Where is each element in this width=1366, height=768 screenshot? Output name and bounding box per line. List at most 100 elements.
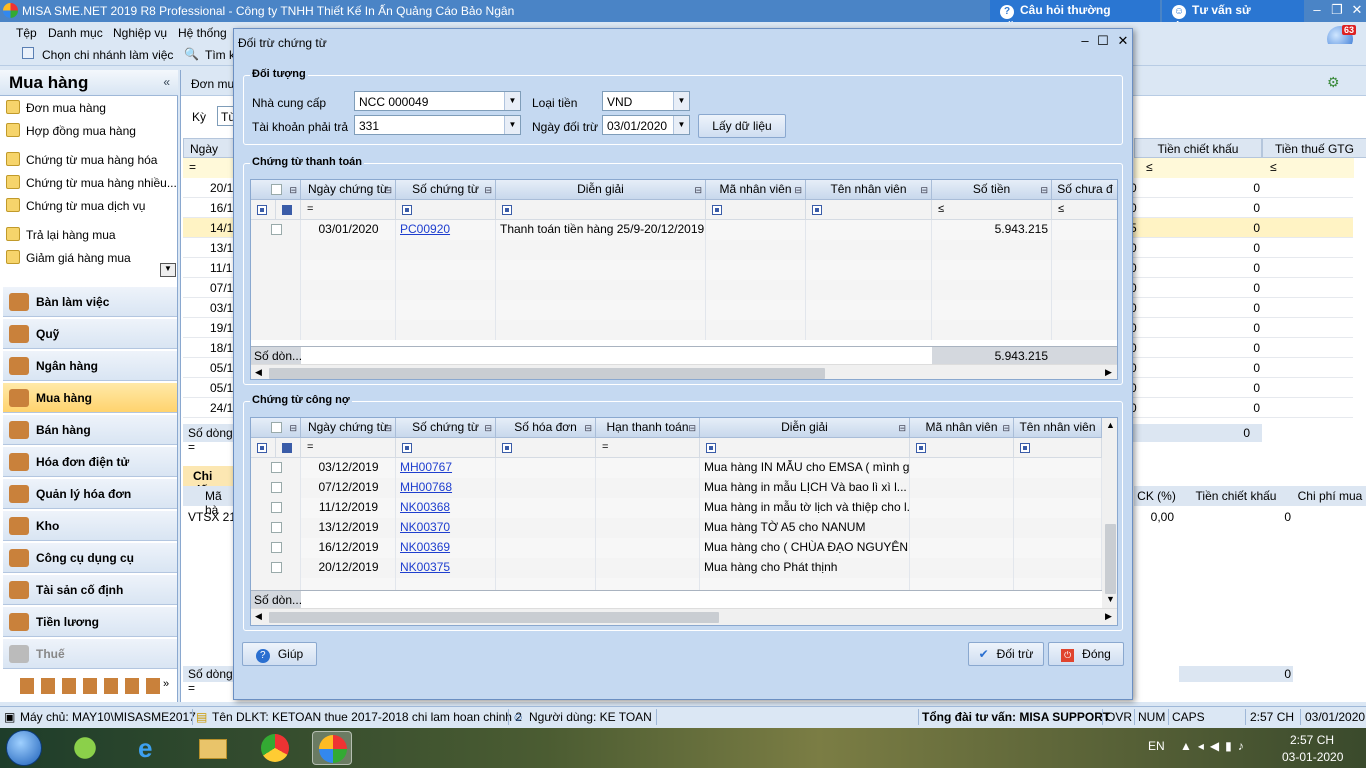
select-all-checkbox[interactable] <box>271 422 282 433</box>
table-row[interactable]: 13/12/2019 NK00370 Mua hàng TỜ A5 cho NANU… <box>251 518 1102 538</box>
more-icon[interactable]: » <box>163 678 169 690</box>
detail-col-discount[interactable]: Tiền chiết khấu <box>1179 486 1293 506</box>
cell-voucher-link[interactable]: MH00768 <box>400 478 496 498</box>
scroll-down-icon[interactable]: ▼ <box>160 263 176 277</box>
dropdown-arrow-icon[interactable]: ▼ <box>504 116 520 134</box>
payment-col-unpaid[interactable]: Số chưa đ <box>1052 180 1117 200</box>
close-button[interactable]: ✕ <box>1346 2 1366 20</box>
filter-cell[interactable] <box>251 200 276 220</box>
debt-col-desc[interactable]: Diễn giải ⊟ <box>700 418 910 438</box>
sidebar-item-service-voucher[interactable]: Chứng từ mua dịch vụ <box>6 198 145 218</box>
scroll-thumb[interactable] <box>269 612 719 623</box>
fetch-data-button[interactable]: Lấy dữ liệu <box>698 114 786 138</box>
nav-desk[interactable]: Bàn làm việc <box>3 287 177 317</box>
debt-col-number[interactable]: Số chứng từ ⊟ <box>396 418 496 438</box>
restore-button[interactable]: ❐ <box>1326 2 1348 20</box>
row-checkbox[interactable] <box>271 482 282 493</box>
menu-system[interactable]: Hệ thống <box>178 26 227 40</box>
nav-sales[interactable]: Bán hàng <box>3 415 177 445</box>
table-row[interactable] <box>251 320 1117 340</box>
filter-emp-code[interactable] <box>706 200 806 220</box>
dialog-minimize-button[interactable]: – <box>1076 33 1094 51</box>
dialog-maximize-button[interactable]: ☐ <box>1094 33 1112 51</box>
table-row[interactable]: 07/12/2019 MH00768 Mua hàng in mẫu LỊCH Và… <box>251 478 1102 498</box>
faq-button[interactable]: ?Câu hỏi thường gặp⌄ <box>990 0 1160 33</box>
close-dialog-button[interactable]: ⏻ Đóng <box>1048 642 1124 666</box>
offset-date-picker[interactable]: 03/01/2020 ▼ <box>602 115 690 135</box>
payment-select-all-header[interactable]: ⊟ <box>251 180 301 200</box>
sidebar-item-discount[interactable]: Giảm giá hàng mua <box>6 250 131 270</box>
select-all-checkbox[interactable] <box>271 184 282 195</box>
table-row[interactable] <box>251 240 1117 260</box>
scroll-left-icon[interactable]: ◀ <box>255 611 262 622</box>
filter-vat[interactable]: ≤ <box>1262 158 1354 178</box>
row-checkbox[interactable] <box>271 542 282 553</box>
col-vat[interactable]: Tiền thuế GTG <box>1262 138 1366 158</box>
cell-voucher-link[interactable]: PC00920 <box>400 220 496 240</box>
language-indicator[interactable]: EN <box>1148 739 1165 753</box>
scroll-thumb[interactable] <box>1105 524 1116 594</box>
row-checkbox[interactable] <box>271 522 282 533</box>
filter-cell[interactable] <box>251 438 276 458</box>
payment-col-date[interactable]: Ngày chứng từ ⊟ <box>301 180 396 200</box>
branch-selector[interactable]: Chọn chi nhánh làm việc <box>42 48 173 62</box>
debt-vscroll[interactable]: ▲ ▼ <box>1102 418 1117 608</box>
scroll-left-icon[interactable]: ◀ <box>255 367 262 378</box>
payment-hscroll[interactable]: ◀ ▶ <box>251 364 1117 379</box>
table-row[interactable] <box>251 300 1117 320</box>
sidebar-item-multi-voucher[interactable]: Chứng từ mua hàng nhiều... <box>6 175 177 195</box>
table-row[interactable] <box>251 280 1117 300</box>
consult-button[interactable]: ☺Tư vấn sử dụng⌄ <box>1162 0 1304 33</box>
filter-emp-name[interactable] <box>1014 438 1102 458</box>
clock-time[interactable]: 2:57 CH <box>1290 733 1334 747</box>
currency-combo[interactable]: VND ▼ <box>602 91 690 111</box>
filter-number[interactable] <box>396 200 496 220</box>
misa-taskbar-icon[interactable] <box>312 731 352 765</box>
tray-icons[interactable]: ▲◂◀▮♪ <box>1180 739 1250 753</box>
cell-voucher-link[interactable]: NK00370 <box>400 518 496 538</box>
nav-invoice-mgmt[interactable]: Quản lý hóa đơn <box>3 479 177 509</box>
explorer-icon[interactable] <box>193 731 233 765</box>
scroll-right-icon[interactable]: ▶ <box>1105 367 1112 378</box>
scroll-thumb[interactable] <box>269 368 825 379</box>
nav-einvoice[interactable]: Hóa đơn điện tử <box>3 447 177 477</box>
sidebar-item-goods-voucher[interactable]: Chứng từ mua hàng hóa <box>6 152 157 172</box>
filter-due[interactable]: = <box>596 438 700 458</box>
debt-select-all-header[interactable]: ⊟ <box>251 418 301 438</box>
nav-purchase[interactable]: Mua hàng <box>3 383 177 413</box>
filter-invoice[interactable] <box>496 438 596 458</box>
row-checkbox[interactable] <box>271 462 282 473</box>
filter-amount[interactable]: ≤ <box>932 200 1052 220</box>
nav-tax[interactable]: Thuế <box>3 639 177 669</box>
ie-icon[interactable]: e <box>130 731 170 765</box>
row-checkbox[interactable] <box>271 502 282 513</box>
debt-hscroll[interactable]: ◀ ▶ <box>251 608 1117 625</box>
menu-catalog[interactable]: Danh mục <box>48 26 103 40</box>
table-row[interactable]: 20/12/2019 NK00375 Mua hàng cho Phát thịnh <box>251 558 1102 578</box>
cell-voucher-link[interactable]: NK00369 <box>400 538 496 558</box>
filter-desc[interactable] <box>700 438 910 458</box>
payment-col-emp-name[interactable]: Tên nhân viên ⊟ <box>806 180 932 200</box>
supplier-combo[interactable]: NCC 000049 ▼ <box>354 91 521 111</box>
filter-discount[interactable]: ≤ <box>1134 158 1262 178</box>
filter-unpaid[interactable]: ≤ <box>1052 200 1117 220</box>
menu-file[interactable]: Tệp <box>16 26 37 40</box>
payment-col-number[interactable]: Số chứng từ ⊟ <box>396 180 496 200</box>
minimize-button[interactable]: – <box>1306 2 1328 20</box>
gear-icon[interactable]: ⚙ <box>1327 74 1340 91</box>
start-button[interactable] <box>6 730 42 766</box>
payment-col-desc[interactable]: Diễn giải ⊟ <box>496 180 706 200</box>
table-row[interactable]: 03/12/2019 MH00767 Mua hàng IN MẪU cho EMS… <box>251 458 1102 478</box>
sidebar-item-purchase-contract[interactable]: Hợp đồng mua hàng <box>6 123 136 143</box>
scroll-up-icon[interactable]: ▲ <box>1106 420 1115 430</box>
scroll-right-icon[interactable]: ▶ <box>1105 611 1112 622</box>
sidebar-item-return[interactable]: Trả lại hàng mua <box>6 227 116 247</box>
clock-date[interactable]: 03-01-2020 <box>1282 750 1343 764</box>
search-link[interactable]: Tìm k <box>205 48 235 62</box>
calendar-dropdown-icon[interactable]: ▼ <box>673 116 689 134</box>
cell-voucher-link[interactable]: MH00767 <box>400 458 496 478</box>
debt-col-due[interactable]: Hạn thanh toán ⊟ <box>596 418 700 438</box>
nav-cash[interactable]: Quỹ <box>3 319 177 349</box>
row-checkbox[interactable] <box>271 562 282 573</box>
dialog-close-button[interactable]: ✕ <box>1114 33 1132 51</box>
